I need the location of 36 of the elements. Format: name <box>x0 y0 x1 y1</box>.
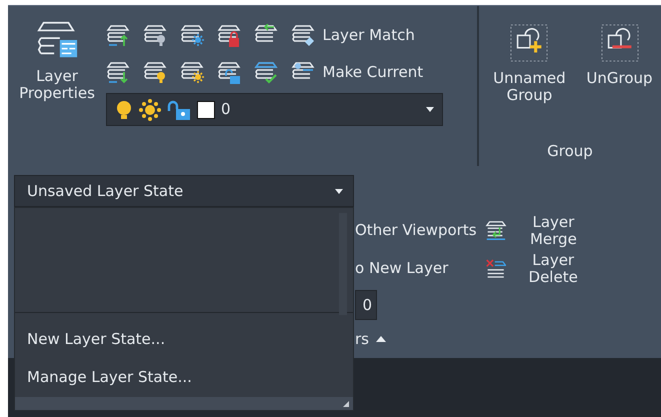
group-add-icon <box>510 24 548 62</box>
make-current-button[interactable]: Make Current <box>291 60 424 84</box>
resize-grip-icon[interactable] <box>343 401 349 407</box>
scrollbar-thumb[interactable] <box>339 213 347 315</box>
tool-button[interactable]: o New Layer <box>355 260 448 278</box>
layer-unlock-icon[interactable] <box>217 60 241 84</box>
tool-button[interactable]: Other Viewports <box>355 222 477 240</box>
layer-sun-icon[interactable] <box>180 60 204 84</box>
layer-brush-icon[interactable] <box>291 24 315 48</box>
layer-match-button[interactable]: Layer Match <box>291 24 415 48</box>
number-field[interactable]: 0 <box>355 290 377 320</box>
layer-state-dropdown[interactable]: Unsaved Layer State <box>14 175 354 207</box>
panel-title: rs <box>355 329 369 350</box>
layer-merge-button[interactable]: Layer Merge <box>484 214 593 248</box>
layer-properties-button[interactable]: Layer Properties <box>8 6 106 126</box>
menu-item[interactable]: Manage Layer State... <box>15 358 204 397</box>
panel-title: Group <box>547 140 593 162</box>
caret-icon[interactable] <box>426 107 434 112</box>
layer-name: 0 <box>221 99 231 120</box>
expand-arrow-icon[interactable] <box>376 336 386 342</box>
layer-merge-icon <box>484 219 507 243</box>
layer-bulb-icon[interactable] <box>143 24 167 48</box>
layer-bulb-icon[interactable] <box>143 60 167 84</box>
group-button[interactable]: Unnamed Group <box>487 24 572 104</box>
layer-check-icon[interactable] <box>254 60 278 84</box>
layers-table-icon <box>35 20 79 60</box>
layer-arrow-down-icon[interactable] <box>106 60 130 84</box>
layer-lock-icon[interactable] <box>217 24 241 48</box>
caret-icon[interactable] <box>335 188 343 194</box>
ungroup-icon <box>600 24 638 62</box>
layer-dropdown[interactable]: 0 <box>106 93 443 126</box>
menu-item[interactable]: New Layer State... <box>15 320 178 359</box>
ungroup-button[interactable]: UnGroup <box>586 24 653 104</box>
layer-delete-button[interactable]: Layer Delete <box>484 252 593 286</box>
layer-arrow-up-icon[interactable] <box>106 24 130 48</box>
layer-sun-icon[interactable] <box>180 24 204 48</box>
